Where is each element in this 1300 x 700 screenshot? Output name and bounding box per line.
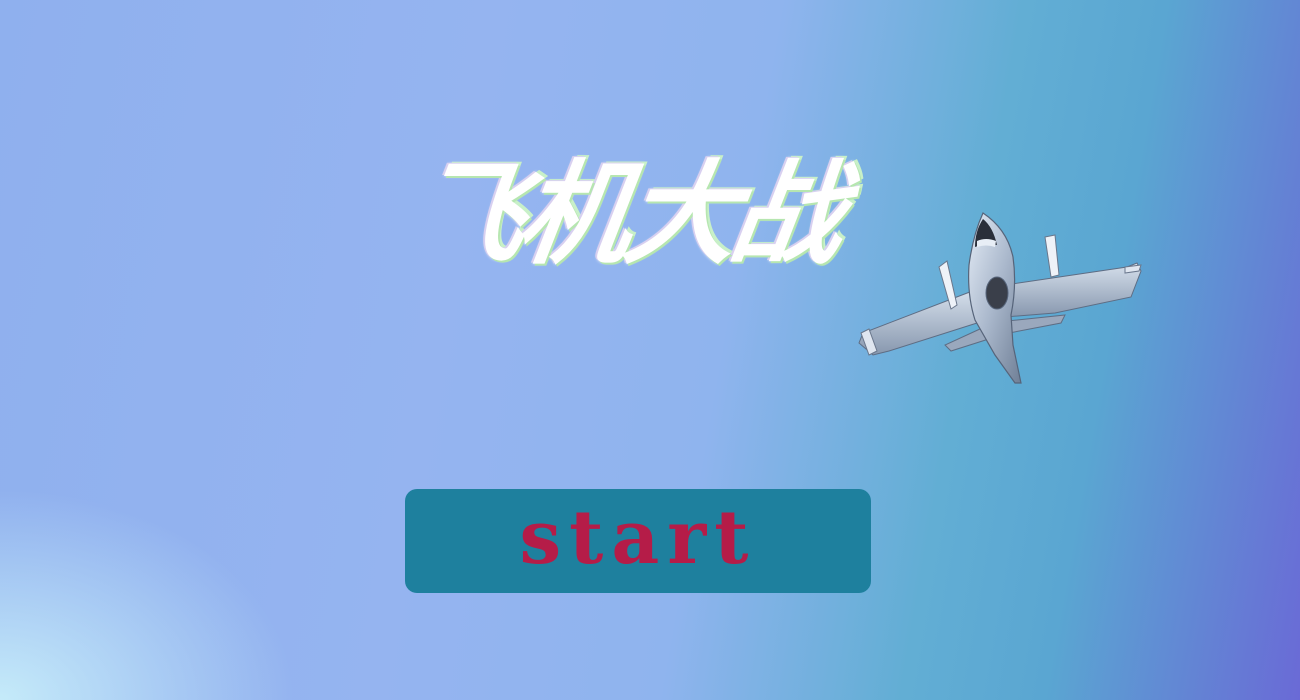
game-title-logo: 飞机大战 <box>372 120 882 290</box>
start-button-label: start <box>519 495 757 581</box>
game-title-text: 飞机大战 <box>404 150 847 280</box>
start-button[interactable]: start <box>405 489 871 593</box>
game-start-screen: 飞机大战 start <box>0 0 1300 700</box>
fighter-jet-icon <box>858 212 1142 384</box>
